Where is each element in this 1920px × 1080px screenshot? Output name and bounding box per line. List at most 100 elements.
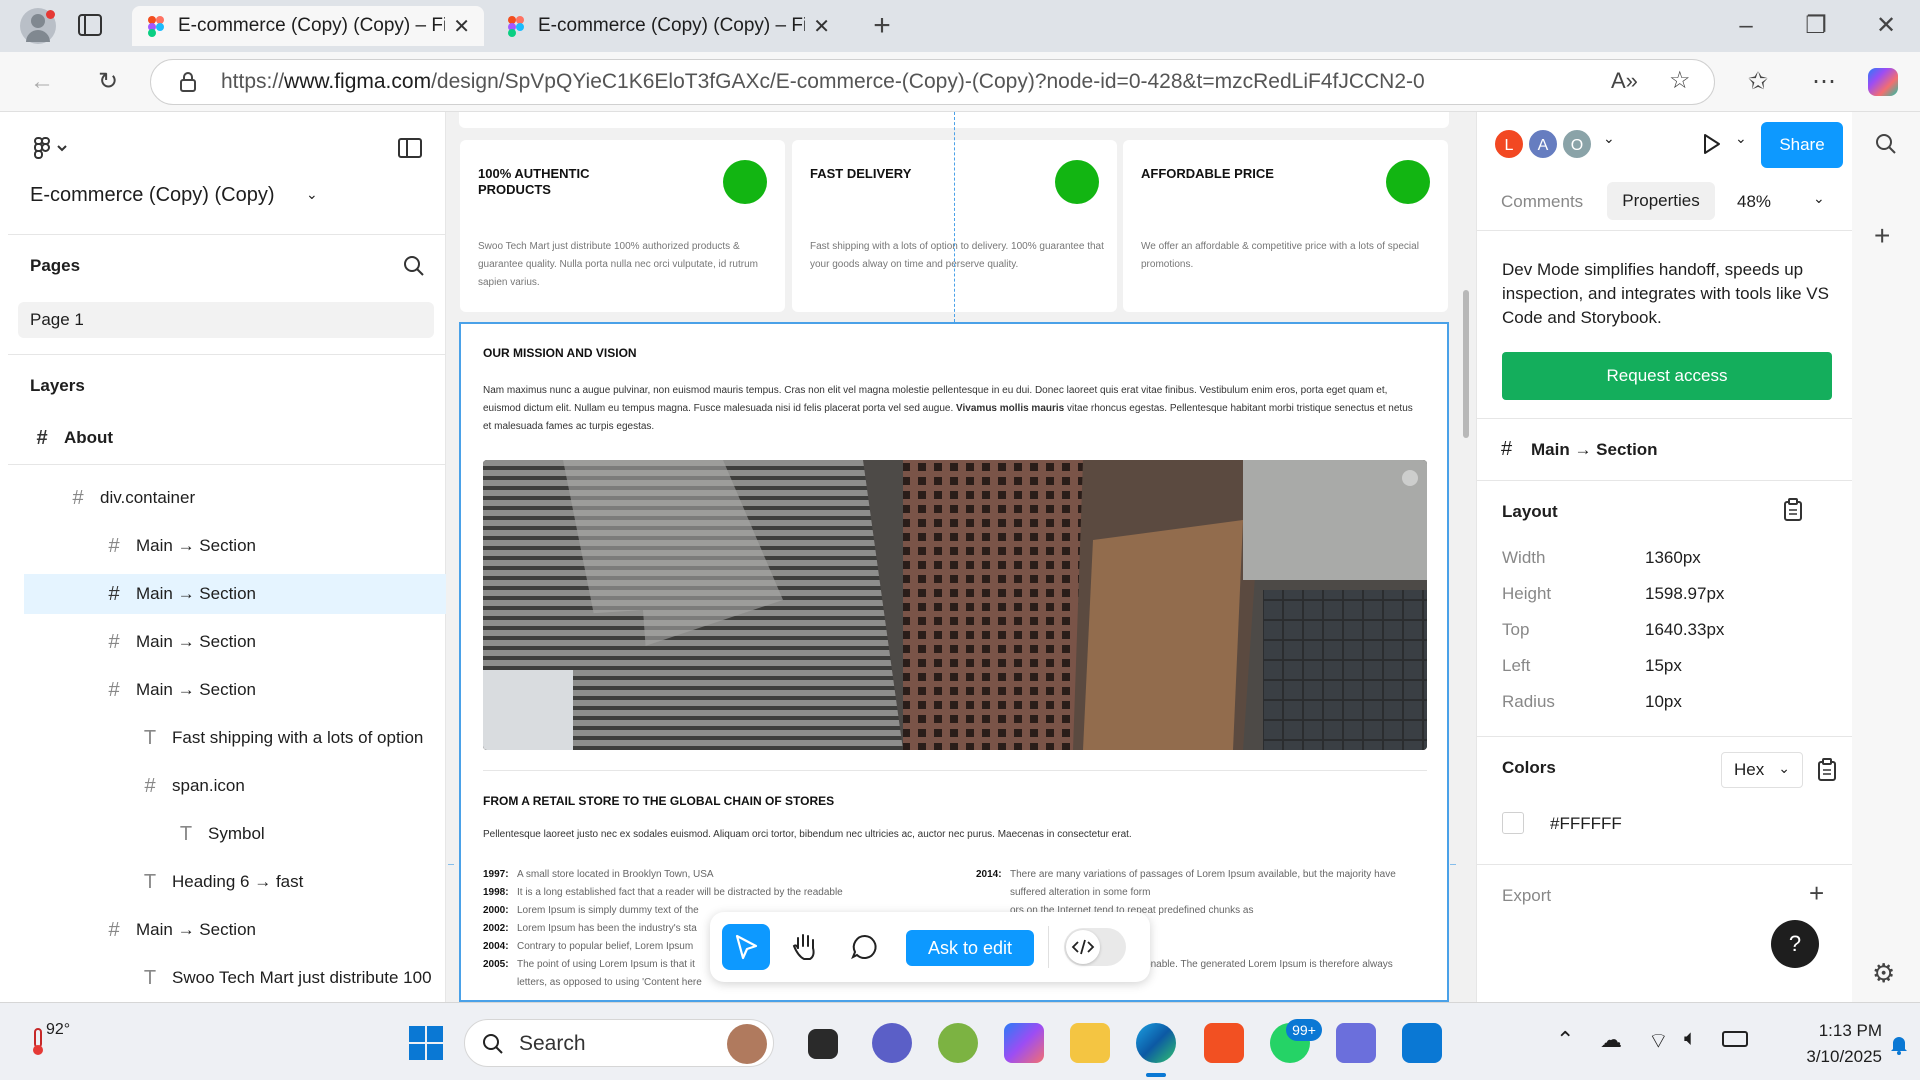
divider (1477, 864, 1853, 865)
profile-avatar[interactable] (20, 8, 56, 44)
tab-comments[interactable]: Comments (1501, 192, 1583, 212)
file-name[interactable]: E-commerce (Copy) (Copy) (30, 184, 274, 207)
color-swatch[interactable] (1502, 812, 1524, 834)
prop-value[interactable]: 1640.33px (1645, 620, 1724, 640)
code-icon (1071, 939, 1095, 955)
layer-row[interactable]: # Main → Section (0, 622, 446, 662)
favorite-star-icon[interactable]: ☆ (1669, 66, 1691, 95)
back-icon[interactable]: ← (22, 62, 62, 102)
prop-value[interactable]: 1360px (1645, 548, 1701, 568)
tab-figma-active[interactable]: E-commerce (Copy) (Copy) – Figma ✕ (132, 6, 484, 46)
canvas-scrollbar[interactable] (1463, 290, 1469, 438)
ask-to-edit-button[interactable]: Ask to edit (906, 930, 1034, 966)
avatar-o[interactable]: O (1561, 128, 1593, 160)
battery-icon[interactable] (1722, 1031, 1748, 1047)
share-button[interactable]: Share (1761, 122, 1843, 168)
page-item[interactable]: Page 1 (18, 302, 434, 338)
url-path: /design/SpVpQYieC1K6EloT3fGAXc/E-commerc… (431, 70, 1425, 93)
chevron-down-icon[interactable]: ⌄ (1603, 130, 1615, 147)
read-aloud-icon[interactable]: A» (1611, 68, 1638, 94)
layer-row[interactable]: T Fast shipping with a lots of option (0, 718, 446, 758)
taskbar-search[interactable]: Search (464, 1019, 774, 1067)
comment-tool-icon[interactable] (842, 924, 888, 970)
toggle-sidebar-icon[interactable] (398, 138, 422, 158)
frame-icon: # (108, 678, 120, 701)
file-explorer-icon[interactable] (1070, 1023, 1110, 1063)
layer-row[interactable]: T Swoo Tech Mart just distribute 100 (0, 958, 446, 998)
add-export-icon[interactable]: + (1809, 878, 1824, 909)
prop-value[interactable]: 10px (1645, 692, 1682, 712)
avatar-l[interactable]: L (1493, 128, 1525, 160)
onedrive-icon[interactable]: ☁ (1600, 1027, 1622, 1053)
favorites-icon[interactable]: ✩ (1738, 62, 1778, 102)
tab-actions-icon[interactable] (78, 14, 102, 36)
chevron-down-icon[interactable]: ⌄ (1735, 130, 1747, 147)
layer-row[interactable]: T Symbol (0, 814, 446, 854)
url-field[interactable]: https://www.figma.com/design/SpVpQYieC1K… (150, 59, 1715, 105)
figma-favicon-icon (146, 16, 166, 37)
refresh-icon[interactable]: ↻ (88, 62, 128, 102)
temperature[interactable]: 92° (46, 1021, 70, 1039)
new-tab-icon[interactable]: + (862, 6, 902, 46)
clock-date[interactable]: 3/10/2025 (1772, 1047, 1882, 1067)
move-tool-icon[interactable] (722, 924, 770, 970)
help-button[interactable]: ? (1771, 920, 1819, 968)
volume-icon[interactable]: 🔈︎ (1684, 1025, 1697, 1051)
color-format-select[interactable]: Hex ⌄ (1721, 752, 1803, 788)
layer-row[interactable]: # Main → Section (24, 574, 446, 614)
copy-icon[interactable] (1783, 498, 1803, 522)
dev-mode-toggle[interactable] (1064, 928, 1126, 966)
clock-time[interactable]: 1:13 PM (1772, 1021, 1882, 1041)
copy-icon[interactable] (1817, 758, 1837, 782)
chevron-down-icon[interactable]: ⌄ (306, 186, 318, 203)
copilot-icon[interactable] (1868, 68, 1898, 96)
layer-row[interactable]: # span.icon (0, 766, 446, 806)
add-sidebar-app-icon[interactable]: + (1874, 220, 1890, 252)
more-menu-icon[interactable]: ⋯ (1804, 62, 1844, 102)
selected-section[interactable]: OUR MISSION AND VISION Nam maximus nunc … (459, 322, 1449, 1002)
chevron-up-icon[interactable]: ⌃ (1556, 1027, 1574, 1053)
zoom-level[interactable]: 48% (1737, 192, 1771, 212)
windows-start-icon[interactable] (408, 1025, 444, 1061)
hand-tool-icon[interactable] (782, 924, 828, 970)
chameleon-app-icon[interactable] (938, 1023, 978, 1063)
copilot-app-icon[interactable] (1004, 1023, 1044, 1063)
task-view-icon[interactable] (808, 1029, 838, 1059)
avatar-a[interactable]: A (1527, 128, 1559, 160)
wifi-icon[interactable]: ⌔ (1648, 1027, 1669, 1055)
layer-row[interactable]: # div.container (0, 478, 446, 518)
meet-app-icon[interactable] (872, 1023, 912, 1063)
prop-value[interactable]: 15px (1645, 656, 1682, 676)
edge-browser-icon[interactable] (1136, 1023, 1176, 1063)
request-access-button[interactable]: Request access (1502, 352, 1832, 400)
search-placeholder: Search (519, 1032, 586, 1055)
restore-icon[interactable]: ❐ (1796, 6, 1836, 46)
search-icon[interactable] (1874, 132, 1898, 156)
color-value[interactable]: #FFFFFF (1550, 814, 1622, 834)
close-window-icon[interactable]: ✕ (1866, 6, 1906, 46)
design-canvas[interactable]: 100% AUTHENTIC PRODUCTS Swoo Tech Mart j… (446, 112, 1476, 1002)
teams-app-icon[interactable] (1336, 1023, 1376, 1063)
layer-row[interactable]: # Main → Section (0, 670, 446, 710)
settings-gear-icon[interactable]: ⚙ (1872, 958, 1895, 989)
layer-frame-about[interactable]: # About (0, 418, 446, 458)
tab-figma-second[interactable]: E-commerce (Copy) (Copy) – Figma ✕ (492, 6, 844, 46)
tab-properties[interactable]: Properties (1607, 182, 1715, 220)
layer-row[interactable]: # Main → Section (0, 526, 446, 566)
feature-card-price[interactable]: AFFORDABLE PRICE We offer an affordable … (1123, 140, 1448, 312)
chevron-down-icon[interactable]: ⌄ (1813, 190, 1825, 207)
weather-icon[interactable] (28, 1027, 48, 1057)
close-tab-icon[interactable]: ✕ (453, 14, 470, 39)
microsoft-store-icon[interactable] (1204, 1023, 1244, 1063)
present-icon[interactable] (1699, 132, 1723, 156)
figma-menu-icon[interactable] (32, 136, 72, 160)
close-tab-icon[interactable]: ✕ (813, 14, 830, 39)
layer-row[interactable]: T Heading 6 → fast (0, 862, 446, 902)
search-pages-icon[interactable] (402, 254, 426, 278)
feature-card-authentic[interactable]: 100% AUTHENTIC PRODUCTS Swoo Tech Mart j… (460, 140, 785, 312)
layer-row[interactable]: # Main → Section (0, 910, 446, 950)
prop-value[interactable]: 1598.97px (1645, 584, 1724, 604)
minimize-icon[interactable]: – (1726, 6, 1766, 46)
vscode-icon[interactable] (1402, 1023, 1442, 1063)
notification-bell-icon[interactable] (1890, 1033, 1908, 1055)
